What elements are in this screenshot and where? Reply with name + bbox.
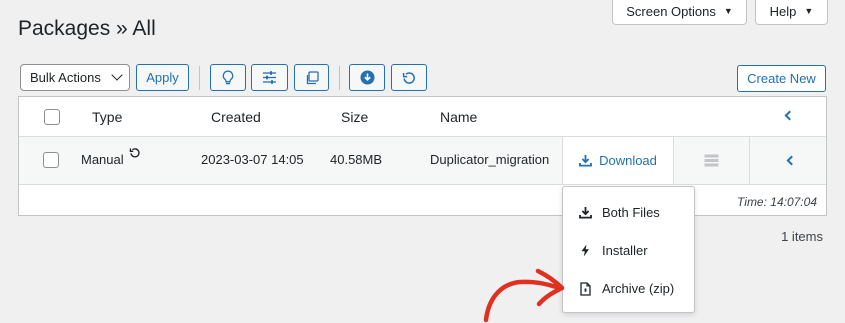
lightbulb-button[interactable] [210,64,246,91]
apply-label: Apply [146,70,179,85]
bulk-actions-label: Bulk Actions [30,70,101,85]
copy-icon [306,70,319,84]
filters-button[interactable] [251,64,288,91]
chevron-left-icon [786,155,797,166]
download-button[interactable]: Download [562,137,673,184]
menu-item-both-files[interactable]: Both Files [579,205,660,220]
download-icon [579,207,592,219]
menu-item-label: Archive (zip) [602,281,675,296]
zip-file-icon [580,281,591,296]
package-created: 2023-03-07 14:05 [201,152,304,167]
bulk-actions-select[interactable]: Bulk Actions [20,64,130,91]
row-checkbox[interactable] [43,152,59,168]
page-title: Packages » All [18,17,156,40]
sliders-icon [263,71,276,84]
apply-button[interactable]: Apply [136,64,189,91]
footer-time: Time: 14:07:04 [737,195,817,209]
download-dropdown-menu: Both Files Installer Archive (zip) [562,186,695,313]
package-type: Manual [81,152,124,167]
toolbar-divider [199,66,200,90]
item-count: 1 items [781,229,823,244]
chevron-down-icon [111,69,123,81]
menu-item-installer[interactable]: Installer [579,243,648,258]
row-toggle[interactable] [749,137,828,184]
help-tab[interactable]: Help ▼ [755,0,828,25]
chevron-left-icon[interactable] [784,110,795,121]
download-circle-icon [360,70,374,85]
templates-button[interactable] [294,64,329,91]
screen-options-label: Screen Options [626,3,716,19]
caret-down-icon: ▼ [723,6,733,16]
column-header-type[interactable]: Type [92,109,122,125]
table-header: Type Created Size Name [19,97,826,137]
download-icon [579,155,592,167]
column-header-created[interactable]: Created [211,109,261,125]
select-all-checkbox[interactable] [44,109,60,125]
refresh-icon [402,71,415,84]
create-new-button[interactable]: Create New [737,65,826,92]
column-header-name[interactable]: Name [440,109,477,125]
help-label: Help [769,3,797,19]
bolt-icon [581,244,589,257]
menu-item-archive-zip[interactable]: Archive (zip) [579,281,674,296]
download-label: Download [599,153,657,168]
import-button[interactable] [349,64,385,91]
screen-options-tab[interactable]: Screen Options ▼ [612,0,747,25]
toolbar-divider [339,66,340,90]
menu-item-label: Installer [602,243,648,258]
recover-button[interactable] [391,64,427,91]
create-new-label: Create New [747,71,816,86]
lightbulb-icon [222,70,234,84]
details-button[interactable] [673,137,749,184]
manual-build-icon [129,148,140,158]
caret-down-icon: ▼ [804,6,814,16]
server-icon [704,154,719,167]
menu-item-label: Both Files [602,205,660,220]
packages-table: Type Created Size Name Manual 2023-03-07… [18,96,827,216]
column-header-size[interactable]: Size [341,109,368,125]
package-name: Duplicator_migration [430,152,550,167]
package-size: 40.58MB [330,152,383,167]
table-row: Manual 2023-03-07 14:05 40.58MB Duplicat… [19,137,826,185]
annotation-arrow-icon [483,268,565,323]
